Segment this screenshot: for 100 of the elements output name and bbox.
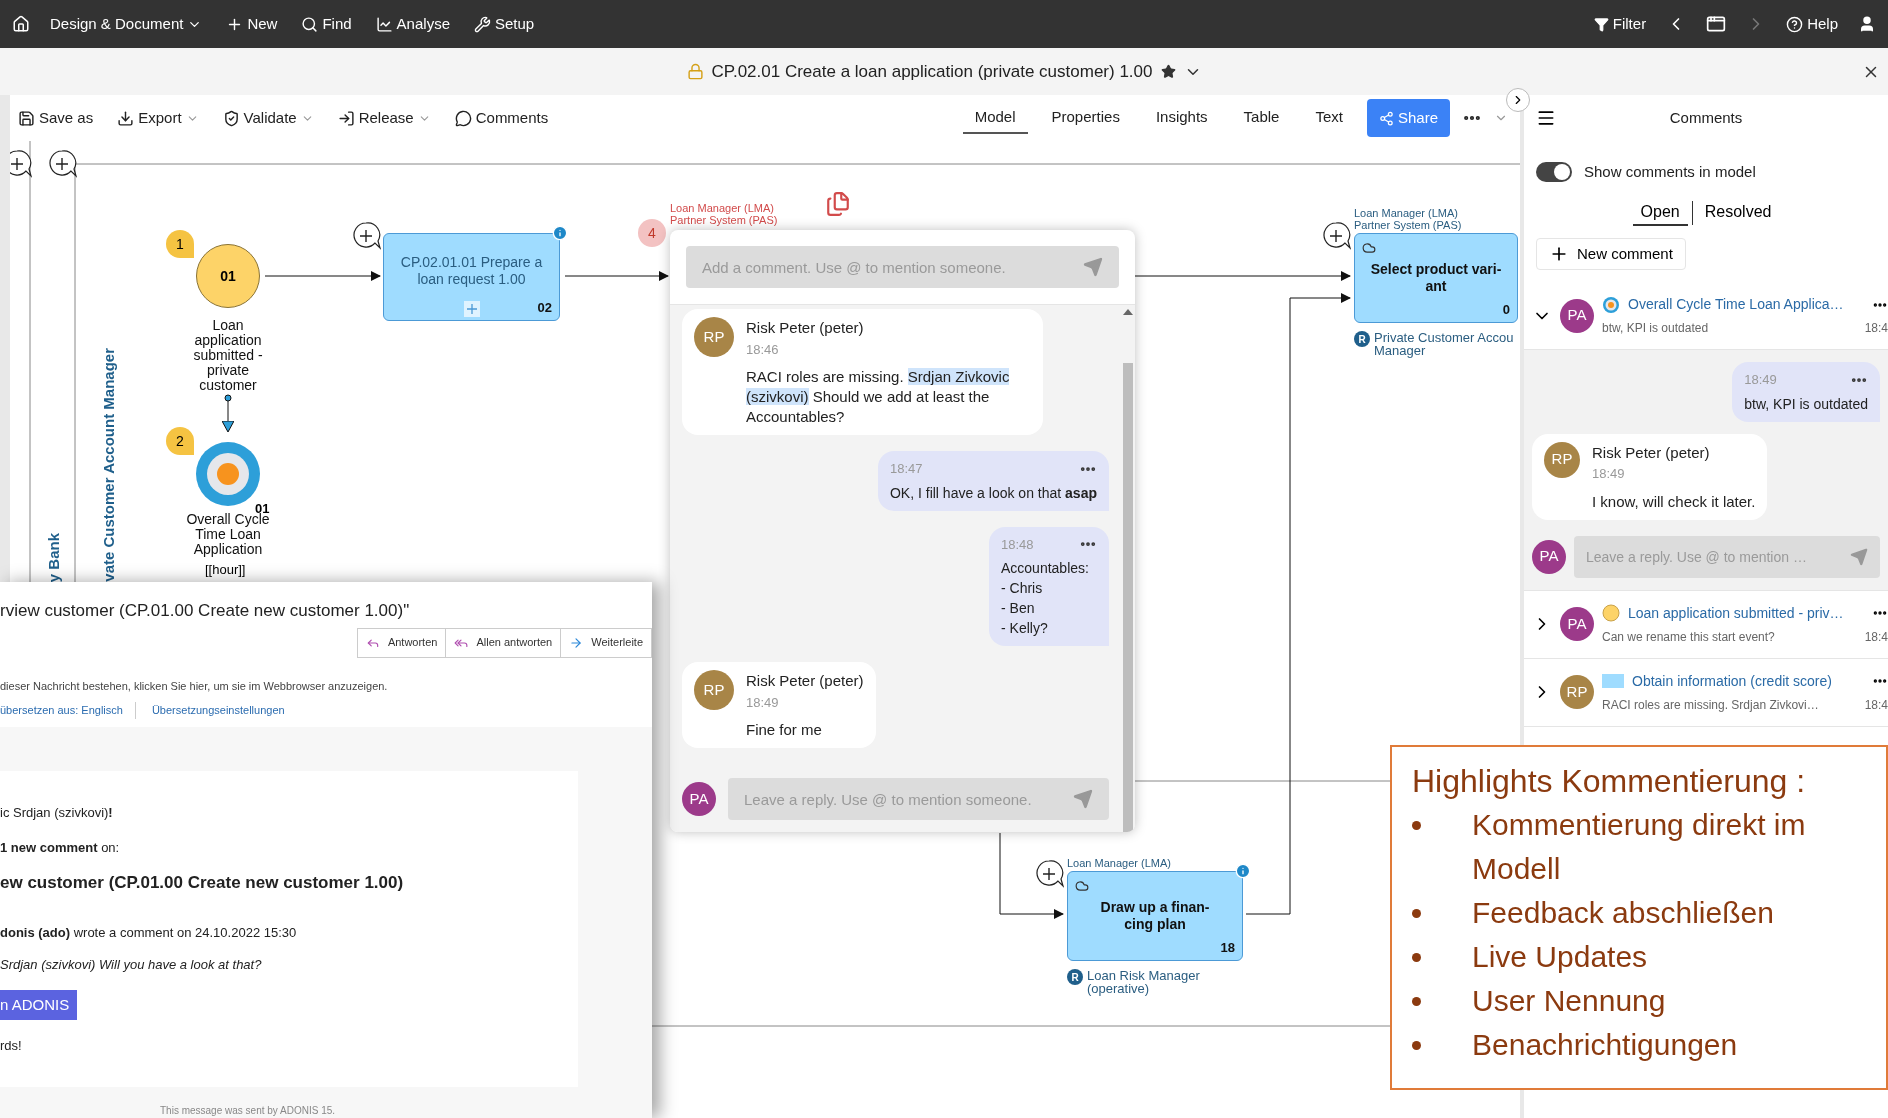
toolbar-button[interactable]: Save as (18, 106, 94, 130)
home-icon[interactable] (12, 15, 30, 33)
comment-thread[interactable]: PA Overall Cycle Time Loan Applica… btw, KPI is outdated 18:4 (1524, 282, 1888, 349)
avatar: PA (1560, 298, 1594, 333)
number-badge: 2 (166, 427, 194, 455)
filter-icon (1593, 16, 1609, 32)
avatar: PA (682, 782, 716, 816)
bullet-icon (1412, 1040, 1421, 1050)
avatar: PA (1532, 539, 1566, 574)
add-bubble-icon[interactable] (47, 149, 77, 179)
message-time: 18:48 (1001, 535, 1034, 554)
task-box[interactable]: Draw up a finan- cing plan 18 (1067, 871, 1243, 961)
rectangle-icon (1602, 674, 1624, 688)
message-text: I know, will check it later. (1592, 491, 1756, 512)
add-bubble-icon[interactable] (1034, 859, 1064, 889)
performer-label: Loan Manager (LMA) (1067, 857, 1171, 869)
menu-icon[interactable] (1536, 108, 1556, 128)
info-icon[interactable] (552, 225, 568, 241)
wrench-icon (474, 15, 491, 33)
user-icon[interactable] (1858, 15, 1876, 33)
toolbar-button[interactable]: Export (117, 106, 199, 130)
message-text: btw, KPI is outdated (1744, 394, 1868, 414)
download-icon (117, 109, 135, 127)
view-tab[interactable]: Insights (1143, 101, 1220, 135)
translate-link[interactable]: übersetzen aus: Englisch (0, 702, 136, 719)
number-badge: 1 (166, 230, 194, 258)
window-icon[interactable] (1706, 14, 1727, 34)
add-bubble-icon[interactable] (351, 221, 381, 251)
scroll-up-icon[interactable] (1123, 309, 1133, 315)
filter-tab[interactable]: Resolved (1696, 199, 1780, 226)
view-tab[interactable]: Model (962, 101, 1028, 135)
email-text: 1 new comment on: (0, 839, 121, 857)
email-action-button[interactable]: Weiterleite (561, 628, 651, 657)
toggle-switch[interactable] (1536, 162, 1572, 183)
translate-link[interactable]: Übersetzungseinstellungen (135, 702, 285, 719)
shield-icon (222, 109, 240, 127)
help-button[interactable]: Help (1786, 12, 1838, 36)
open-button[interactable]: n ADONIS (0, 990, 78, 1020)
menu-item[interactable]: New (226, 12, 278, 36)
comment-field[interactable]: Add a comment. Use @ to mention someone. (686, 246, 1119, 288)
message-time: 18:47 (889, 460, 923, 478)
email-footer: This message was sent by ADONIS 15. (160, 1102, 652, 1118)
menu-item[interactable]: Design & Document (50, 12, 203, 36)
task-box[interactable]: Select product vari- ant 0 (1354, 233, 1518, 323)
thread-time: 18:4 (1863, 628, 1888, 646)
add-bubble-icon[interactable] (1321, 221, 1351, 251)
filter-tab[interactable]: Open (1632, 199, 1688, 226)
share-icon (1378, 110, 1394, 126)
search-icon (301, 15, 319, 33)
view-tab[interactable]: Table (1231, 101, 1292, 135)
highlight-item: Benachrichtigungen (1472, 1027, 1738, 1063)
email-text: rds! (0, 1037, 23, 1055)
start-event[interactable]: 01 (196, 244, 260, 308)
kpi-target-icon[interactable] (196, 442, 260, 506)
thread-preview: Can we rename this start event? (1602, 628, 1775, 646)
expand-marker-icon[interactable] (463, 301, 480, 317)
message-text: OK, I fill have a look on that asap (889, 483, 1097, 503)
menu-item[interactable]: Analyse (375, 12, 450, 36)
toolbar-button[interactable]: Validate (222, 106, 314, 130)
view-tab[interactable]: Properties (1039, 101, 1132, 135)
filter-button[interactable]: Filter (1593, 12, 1647, 36)
share-button[interactable]: Share (1366, 98, 1450, 138)
message-time: 18:49 (1744, 371, 1777, 389)
bullet-icon (1412, 908, 1421, 918)
task-label: Select product vari- ant (1370, 261, 1502, 295)
author-name: Risk Peter (peter) (746, 318, 865, 338)
add-bubble-icon[interactable] (10, 149, 32, 179)
reply-field[interactable]: Leave a reply. Use @ to mention someone. (728, 778, 1109, 820)
documents-icon[interactable] (825, 191, 851, 217)
comment-thread[interactable]: PA Loan application submitted - priv… Can we rename this start event? 18:4 (1524, 590, 1888, 658)
email-action-button[interactable]: Antworten (357, 628, 447, 657)
menu-item[interactable]: Find (301, 12, 352, 36)
toolbar-button[interactable]: Comments (454, 106, 549, 130)
speech-bubble-icon (454, 109, 472, 127)
task-label: Draw up a finan- cing plan (1100, 899, 1210, 933)
avatar: RP (694, 670, 734, 710)
chart-icon (375, 15, 393, 33)
email-greeting: ic Srdjan (szivkovi)! (0, 803, 114, 822)
lane-label: y Bank (44, 532, 63, 582)
help-icon (1786, 15, 1804, 33)
email-notice: dieser Nachricht bestehen, klicken Sie hier, um sie im Webbrowser anzuzeigen. (0, 678, 389, 694)
comment-thread[interactable]: RP Obtain information (credit score) RACI roles are missing. Srdjan Zivkovi… 18:4 (1524, 658, 1888, 726)
avatar: RP (1544, 441, 1580, 478)
task-box[interactable]: CP.02.01.01 Prepare a loan request 1.00 02 (383, 233, 560, 321)
message-time: 18:46 (746, 340, 780, 359)
highlights-title: Highlights Kommentierung : (1412, 762, 1807, 801)
new-comment-button[interactable]: New comment (1536, 237, 1686, 270)
menu-item[interactable]: Setup (474, 12, 535, 36)
bullet-icon (1412, 820, 1421, 830)
task-label: CP.02.01.01 Prepare a loan request 1.00 (400, 254, 543, 288)
performer-label: Loan Manager (LMA) Partner System (PAS) (1354, 207, 1462, 231)
view-tab[interactable]: Text (1303, 101, 1355, 135)
info-icon[interactable] (1235, 863, 1251, 879)
reply-field[interactable]: Leave a reply. Use @ to mention … (1574, 535, 1880, 578)
star-icon[interactable] (1160, 64, 1176, 79)
task-number: 0 (1502, 300, 1510, 319)
toolbar-button[interactable]: Release (337, 106, 431, 130)
email-action-button[interactable]: Allen antworten (446, 628, 562, 657)
thread-time: 18:4 (1863, 320, 1888, 337)
lane-label: vate Customer Account Manager (99, 348, 118, 582)
